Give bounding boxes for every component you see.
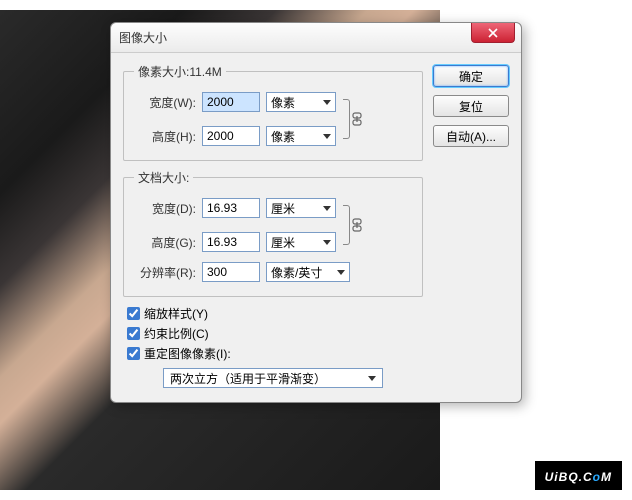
resolution-input[interactable] — [202, 262, 260, 282]
scale-styles-label: 缩放样式(Y) — [144, 305, 208, 322]
chevron-down-icon — [323, 240, 331, 245]
chevron-down-icon — [323, 134, 331, 139]
dialog-title: 图像大小 — [119, 29, 167, 46]
resolution-unit-select[interactable]: 像素/英寸 — [266, 262, 350, 282]
ok-button[interactable]: 确定 — [433, 65, 509, 87]
pixel-width-input[interactable] — [202, 92, 260, 112]
chevron-down-icon — [368, 376, 376, 381]
chevron-down-icon — [323, 206, 331, 211]
doc-height-label: 高度(G): — [134, 234, 196, 251]
resample-label: 重定图像像素(I): — [144, 345, 231, 362]
link-icon[interactable] — [350, 218, 364, 232]
resolution-label: 分辨率(R): — [134, 264, 196, 281]
chevron-down-icon — [337, 270, 345, 275]
pixel-height-unit-select[interactable]: 像素 — [266, 126, 336, 146]
doc-size-legend: 文档大小: — [134, 169, 193, 186]
height-label: 高度(H): — [134, 128, 196, 145]
constrain-checkbox[interactable] — [127, 327, 140, 340]
auto-button[interactable]: 自动(A)... — [433, 125, 509, 147]
link-icon[interactable] — [350, 112, 364, 126]
doc-height-unit-select[interactable]: 厘米 — [266, 232, 336, 252]
image-size-dialog: 图像大小 像素大小:11.4M 宽度(W): 像素 高度(H): — [110, 22, 522, 403]
watermark-logo: UiBQ.CoM — [535, 461, 622, 490]
document-size-group: 文档大小: 宽度(D): 厘米 高度(G): 厘米 — [123, 169, 423, 297]
chevron-down-icon — [323, 100, 331, 105]
reset-button[interactable]: 复位 — [433, 95, 509, 117]
pixel-size-group: 像素大小:11.4M 宽度(W): 像素 高度(H): 像素 — [123, 63, 423, 161]
titlebar[interactable]: 图像大小 — [111, 23, 521, 53]
constrain-label: 约束比例(C) — [144, 325, 209, 342]
pixel-size-legend: 像素大小:11.4M — [134, 63, 226, 80]
doc-height-input[interactable] — [202, 232, 260, 252]
link-bracket-icon — [338, 201, 356, 249]
resample-method-select[interactable]: 两次立方（适用于平滑渐变） — [163, 368, 383, 388]
scale-styles-checkbox[interactable] — [127, 307, 140, 320]
doc-width-unit-select[interactable]: 厘米 — [266, 198, 336, 218]
pixel-width-unit-select[interactable]: 像素 — [266, 92, 336, 112]
doc-width-label: 宽度(D): — [134, 200, 196, 217]
close-icon — [488, 28, 498, 38]
pixel-height-input[interactable] — [202, 126, 260, 146]
width-label: 宽度(W): — [134, 94, 196, 111]
doc-width-input[interactable] — [202, 198, 260, 218]
resample-checkbox[interactable] — [127, 347, 140, 360]
link-bracket-icon — [338, 95, 356, 143]
close-button[interactable] — [471, 23, 515, 43]
